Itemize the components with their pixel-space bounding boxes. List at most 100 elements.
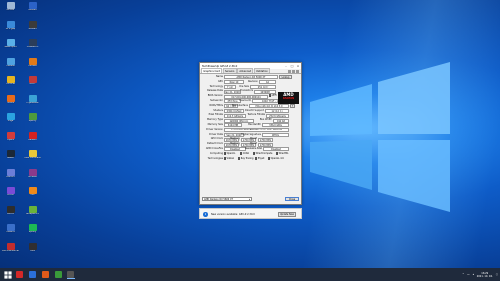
desktop-icon-label: Hálózat [6, 64, 15, 67]
ray-tracing-option[interactable]: Ray Tracing [238, 157, 253, 162]
technology-value: 7 nm [224, 85, 236, 89]
refresh-icon[interactable] [292, 70, 295, 73]
desktop-icon[interactable]: Discord [2, 168, 19, 184]
app-icon [28, 113, 37, 120]
desktop-icon[interactable]: CPU-Z [2, 187, 19, 202]
directcompute-checkbox[interactable] [253, 152, 256, 158]
volume-icon[interactable]: ◂ [473, 273, 474, 276]
directml-checkbox[interactable] [276, 152, 279, 158]
desktop-icon-label: MSI Afterburner [2, 249, 19, 252]
desktop-icon[interactable]: FurMark [24, 57, 41, 73]
desktop-icon[interactable]: Speccy [24, 113, 41, 128]
desktop-icon[interactable]: Firefox [2, 94, 19, 110]
vulkan-checkbox[interactable] [224, 157, 227, 163]
desktop-icon[interactable]: Hálózat [2, 57, 19, 73]
desktop-icon[interactable]: Chrome [2, 76, 19, 91]
app-icon [6, 94, 15, 102]
desktop-icon[interactable]: Total Commander [24, 150, 41, 165]
desktop-icon[interactable]: Opera [2, 131, 19, 147]
notification-center-icon[interactable]: ▢ [496, 273, 498, 276]
desktop-icon[interactable]: AIDA64 [24, 2, 41, 17]
tab-validation[interactable]: Validation [253, 68, 270, 73]
bios-value: 017.001.000.000.000124 [224, 94, 268, 99]
desktop-icon-label: Ez a gép [5, 27, 16, 30]
taskbar-app-green-icon[interactable] [55, 270, 63, 279]
row-technologies: Technologies Vulkan Ray Tracing PhysX Op… [202, 157, 301, 163]
app-icon [6, 187, 15, 194]
tab-advanced[interactable]: Advanced [237, 68, 254, 73]
opengl-option[interactable]: OpenGL 4.6 [268, 157, 284, 163]
app-icon [28, 168, 37, 176]
bottom-bar: AMD Radeon RX 5600 XT ▾ Close [202, 196, 301, 202]
desktop-icon[interactable]: GPU-Z [2, 205, 19, 221]
desktop-icon[interactable]: Ez a gép [2, 20, 19, 36]
desktop-icon[interactable]: Steam [2, 150, 19, 165]
desktop-icon[interactable]: Lomtár [2, 2, 19, 17]
physx-option[interactable]: PhysX [255, 157, 264, 162]
close-icon[interactable]: × [295, 64, 301, 68]
desktop-icon[interactable]: 3DMark [24, 20, 41, 36]
desktop-icon[interactable]: HWiNFO [2, 224, 19, 239]
desktop-icon-label: CPU-Z [7, 194, 14, 196]
close-button[interactable]: Close [285, 196, 299, 201]
driver-version-value: 27.20.22001.4004 (Adrenalin 21.9.1) DCH … [224, 128, 289, 133]
taskbar-app-orange-icon[interactable] [42, 270, 50, 279]
uefi-checkbox[interactable] [269, 94, 272, 100]
chevron-up-icon[interactable]: ^ [462, 273, 464, 276]
app-icon [28, 76, 37, 83]
desktop-icon-label: WinRAR [28, 175, 37, 178]
chevron-down-icon: ▾ [248, 197, 250, 201]
start-button-icon[interactable] [4, 270, 12, 279]
camera-icon[interactable] [288, 70, 291, 73]
desktop-icon-label: Discord [6, 175, 15, 178]
taskbar-app-blue-icon[interactable] [29, 270, 37, 279]
crossfire-value: Disabled [224, 147, 246, 152]
desktop-icon-label: AIDA64 [28, 9, 37, 11]
app-icon [6, 76, 15, 83]
desktop-icon[interactable]: OCCT [24, 76, 41, 91]
clock-date: 2021. 10. 04. [476, 274, 493, 278]
physx-checkbox[interactable] [255, 157, 258, 160]
desktop-icon[interactable]: CrystalDisk [24, 94, 41, 110]
app-icon [6, 20, 15, 28]
cuda-checkbox[interactable] [240, 152, 243, 155]
desktop-icon[interactable]: Notepad++ [24, 205, 41, 221]
opengl-checkbox[interactable] [268, 157, 271, 163]
gpuz-window[interactable]: TechPowerUp GPU-Z 2.36.0 – □ × Graphics … [199, 62, 302, 205]
app-icon [28, 20, 37, 28]
desktop-icon[interactable]: MSI Afterburner [2, 242, 19, 258]
name-value: AMD Radeon RX 5600 XT [224, 75, 278, 80]
app-icon [28, 2, 37, 9]
opengl-label: OpenGL 4.6 [270, 157, 284, 160]
transistors-value: 10300M [254, 89, 276, 94]
menu-icon[interactable] [296, 70, 299, 73]
desktop-icon[interactable]: Radeon [24, 131, 41, 147]
desktop-icon[interactable]: OBS [24, 242, 41, 258]
system-tray: ^ ▭ ◂ 16:29 2021. 10. 04. ▢ [462, 268, 498, 281]
desktop-icon[interactable]: Vezérlőpult [2, 39, 19, 54]
desktop-icon[interactable]: WinRAR [24, 168, 41, 184]
desktop-icon[interactable]: VLC [24, 187, 41, 202]
clock[interactable]: 16:29 2021. 10. 04. [477, 272, 493, 278]
desktop-icon-label: Steam [6, 157, 15, 159]
opencl-checkbox[interactable] [224, 152, 227, 158]
desktop-icon[interactable]: Edge [2, 113, 19, 128]
network-icon[interactable]: ▭ [467, 273, 469, 276]
help-icon[interactable]: ? [290, 104, 295, 108]
tab-sensors[interactable]: Sensors [222, 68, 237, 73]
desktop-icon[interactable]: Cinebench [24, 39, 41, 54]
ray-tracing-checkbox[interactable] [238, 157, 241, 160]
desktop-icon-label: Cinebench [26, 46, 39, 48]
release-date-value: Jan 21, 2020 [224, 89, 241, 94]
lookup-button[interactable]: Lookup [279, 75, 292, 79]
gpu-select-dropdown[interactable]: AMD Radeon RX 5600 XT ▾ [202, 196, 252, 201]
desktop-icon[interactable]: Spotify [24, 224, 41, 239]
update-now-button[interactable]: Update Now [278, 212, 296, 217]
taskbar-gpuz-icon[interactable] [67, 270, 75, 279]
tab-graphics-card[interactable]: Graphics Card [201, 68, 223, 73]
taskbar-app-red-icon[interactable] [16, 270, 24, 279]
vulkan-option[interactable]: Vulkan [224, 157, 234, 163]
directcompute-label: DirectCompute [255, 152, 273, 155]
desktop-icon-label: OCCT [29, 83, 36, 85]
update-message: New version available: GPU-Z 2.39.0 [211, 213, 255, 216]
